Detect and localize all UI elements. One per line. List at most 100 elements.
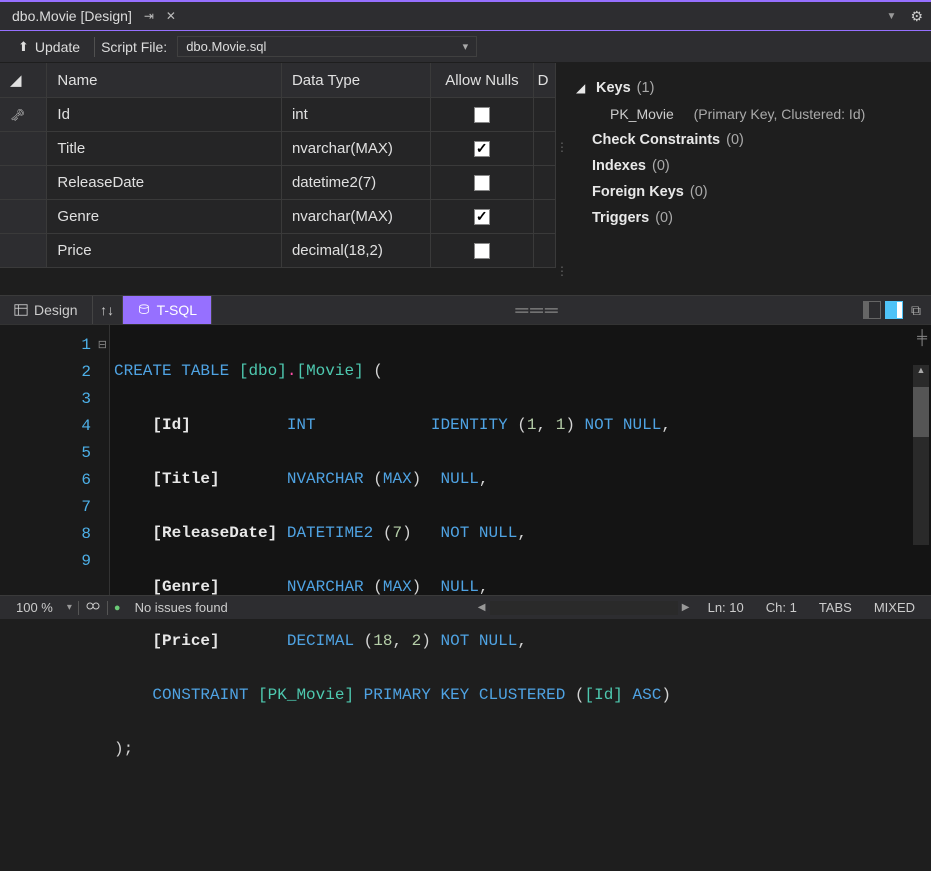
- design-pane: ◢ Name Data Type Allow Nulls D 🗝 Id int …: [0, 63, 931, 295]
- fold-icon[interactable]: ⊟: [98, 338, 107, 352]
- checkbox[interactable]: [474, 175, 490, 191]
- table-icon: [14, 303, 28, 317]
- row-handle[interactable]: 🗝: [0, 98, 47, 132]
- pk-name: PK_Movie: [610, 106, 674, 122]
- cell-name[interactable]: ReleaseDate: [47, 166, 282, 200]
- pane-layout-right-icon[interactable]: [885, 301, 903, 319]
- check-constraints-count: (0): [726, 132, 744, 148]
- pin-icon[interactable]: ⇥: [144, 9, 154, 23]
- cell-default[interactable]: [533, 234, 555, 268]
- gear-icon[interactable]: ⚙: [910, 8, 923, 25]
- pk-node[interactable]: PK_Movie (Primary Key, Clustered: Id): [576, 101, 921, 127]
- copilot-icon[interactable]: [85, 598, 101, 617]
- check-constraints-label: Check Constraints: [592, 132, 720, 148]
- cell-default[interactable]: [533, 98, 555, 132]
- horizontal-splitter[interactable]: ═══: [212, 300, 863, 321]
- designer-toolbar: ⬆ Update Script File: dbo.Movie.sql ▾: [0, 31, 931, 63]
- cell-nulls[interactable]: [431, 132, 533, 166]
- indexes-node[interactable]: Indexes (0): [576, 153, 921, 179]
- script-file-dropdown[interactable]: dbo.Movie.sql ▾: [177, 36, 477, 57]
- cell-name[interactable]: Id: [47, 98, 282, 132]
- table-row[interactable]: ReleaseDate datetime2(7): [0, 166, 556, 200]
- column-header-name[interactable]: Name: [47, 63, 282, 98]
- foreign-keys-node[interactable]: Foreign Keys (0): [576, 179, 921, 205]
- cell-default[interactable]: [533, 200, 555, 234]
- check-constraints-node[interactable]: Check Constraints (0): [576, 127, 921, 153]
- pane-splitter[interactable]: ⋮⋮: [556, 63, 566, 295]
- cell-name[interactable]: Price: [47, 234, 282, 268]
- row-handle[interactable]: [0, 234, 47, 268]
- indexes-label: Indexes: [592, 158, 646, 174]
- grid-corner[interactable]: ◢: [0, 63, 47, 98]
- script-file-label: Script File:: [101, 39, 167, 55]
- collapse-icon[interactable]: ◢: [576, 81, 590, 95]
- object-properties-panel: ◢ Keys (1) PK_Movie (Primary Key, Cluste…: [566, 63, 931, 295]
- line-number: 6: [81, 471, 91, 489]
- cell-type[interactable]: nvarchar(MAX): [281, 200, 430, 234]
- pane-layout-left-icon[interactable]: [863, 301, 881, 319]
- tab-tsql-label: T-SQL: [157, 302, 197, 318]
- tab-design[interactable]: Design: [0, 296, 93, 324]
- code-area[interactable]: CREATE TABLE [dbo].[Movie] ( [Id] INT ID…: [110, 325, 931, 595]
- row-handle[interactable]: [0, 132, 47, 166]
- column-header-type[interactable]: Data Type: [281, 63, 430, 98]
- titlebar: dbo.Movie [Design] ⇥ ✕ ▼ ⚙: [0, 0, 931, 30]
- checkbox[interactable]: [474, 209, 490, 225]
- chevron-down-icon: ▾: [463, 40, 469, 53]
- window-menu-icon[interactable]: ▼: [887, 11, 897, 22]
- checkbox[interactable]: [474, 141, 490, 157]
- split-editor-icon[interactable]: ╪: [917, 329, 927, 345]
- cell-name[interactable]: Genre: [47, 200, 282, 234]
- foreign-keys-count: (0): [690, 184, 708, 200]
- cell-type[interactable]: int: [281, 98, 430, 132]
- script-file-value: dbo.Movie.sql: [186, 39, 266, 54]
- column-header-default[interactable]: D: [533, 63, 555, 98]
- row-handle[interactable]: [0, 166, 47, 200]
- pane-options-icon[interactable]: ⧉: [907, 302, 925, 319]
- line-number: 3: [81, 390, 91, 408]
- checkbox[interactable]: [474, 243, 490, 259]
- indexes-count: (0): [652, 158, 670, 174]
- cell-nulls[interactable]: [431, 98, 533, 132]
- zoom-level[interactable]: 100 %: [8, 600, 61, 615]
- cell-nulls[interactable]: [431, 234, 533, 268]
- bottom-tab-strip: Design ↑↓ T-SQL ═══ ⧉: [0, 295, 931, 325]
- zoom-dropdown-icon[interactable]: ▾: [67, 602, 72, 613]
- column-header-nulls[interactable]: Allow Nulls: [431, 63, 533, 98]
- cell-type[interactable]: nvarchar(MAX): [281, 132, 430, 166]
- cell-default[interactable]: [533, 166, 555, 200]
- vertical-scrollbar[interactable]: ▲: [913, 365, 929, 545]
- line-number: 1: [81, 336, 91, 354]
- cell-name[interactable]: Title: [47, 132, 282, 166]
- line-gutter: 1⊟ 2 3 4 5 6 7 8 9: [0, 325, 110, 595]
- line-number: 8: [81, 525, 91, 543]
- triggers-node[interactable]: Triggers (0): [576, 205, 921, 231]
- line-number: 4: [81, 417, 91, 435]
- tab-tsql[interactable]: T-SQL: [123, 296, 212, 324]
- pk-detail: (Primary Key, Clustered: Id): [694, 106, 866, 122]
- swap-icon: ↑↓: [100, 302, 114, 318]
- foreign-keys-label: Foreign Keys: [592, 184, 684, 200]
- document-tab[interactable]: dbo.Movie [Design] ⇥ ✕: [0, 2, 188, 30]
- cell-type[interactable]: decimal(18,2): [281, 234, 430, 268]
- cell-type[interactable]: datetime2(7): [281, 166, 430, 200]
- cell-default[interactable]: [533, 132, 555, 166]
- triggers-count: (0): [655, 210, 673, 226]
- scroll-thumb[interactable]: [913, 387, 929, 437]
- close-icon[interactable]: ✕: [166, 9, 176, 23]
- row-handle[interactable]: [0, 200, 47, 234]
- tab-swap[interactable]: ↑↓: [93, 296, 123, 324]
- keys-node[interactable]: ◢ Keys (1): [576, 75, 921, 101]
- upload-icon: ⬆: [18, 39, 29, 55]
- cell-nulls[interactable]: [431, 200, 533, 234]
- table-row[interactable]: 🗝 Id int: [0, 98, 556, 132]
- cell-nulls[interactable]: [431, 166, 533, 200]
- line-number: 7: [81, 498, 91, 516]
- table-row[interactable]: Genre nvarchar(MAX): [0, 200, 556, 234]
- sql-editor[interactable]: 1⊟ 2 3 4 5 6 7 8 9 CREATE TABLE [dbo].[M…: [0, 325, 931, 595]
- scroll-up-icon[interactable]: ▲: [913, 365, 929, 381]
- table-row[interactable]: Title nvarchar(MAX): [0, 132, 556, 166]
- update-button[interactable]: ⬆ Update: [10, 35, 88, 59]
- table-row[interactable]: Price decimal(18,2): [0, 234, 556, 268]
- checkbox[interactable]: [474, 107, 490, 123]
